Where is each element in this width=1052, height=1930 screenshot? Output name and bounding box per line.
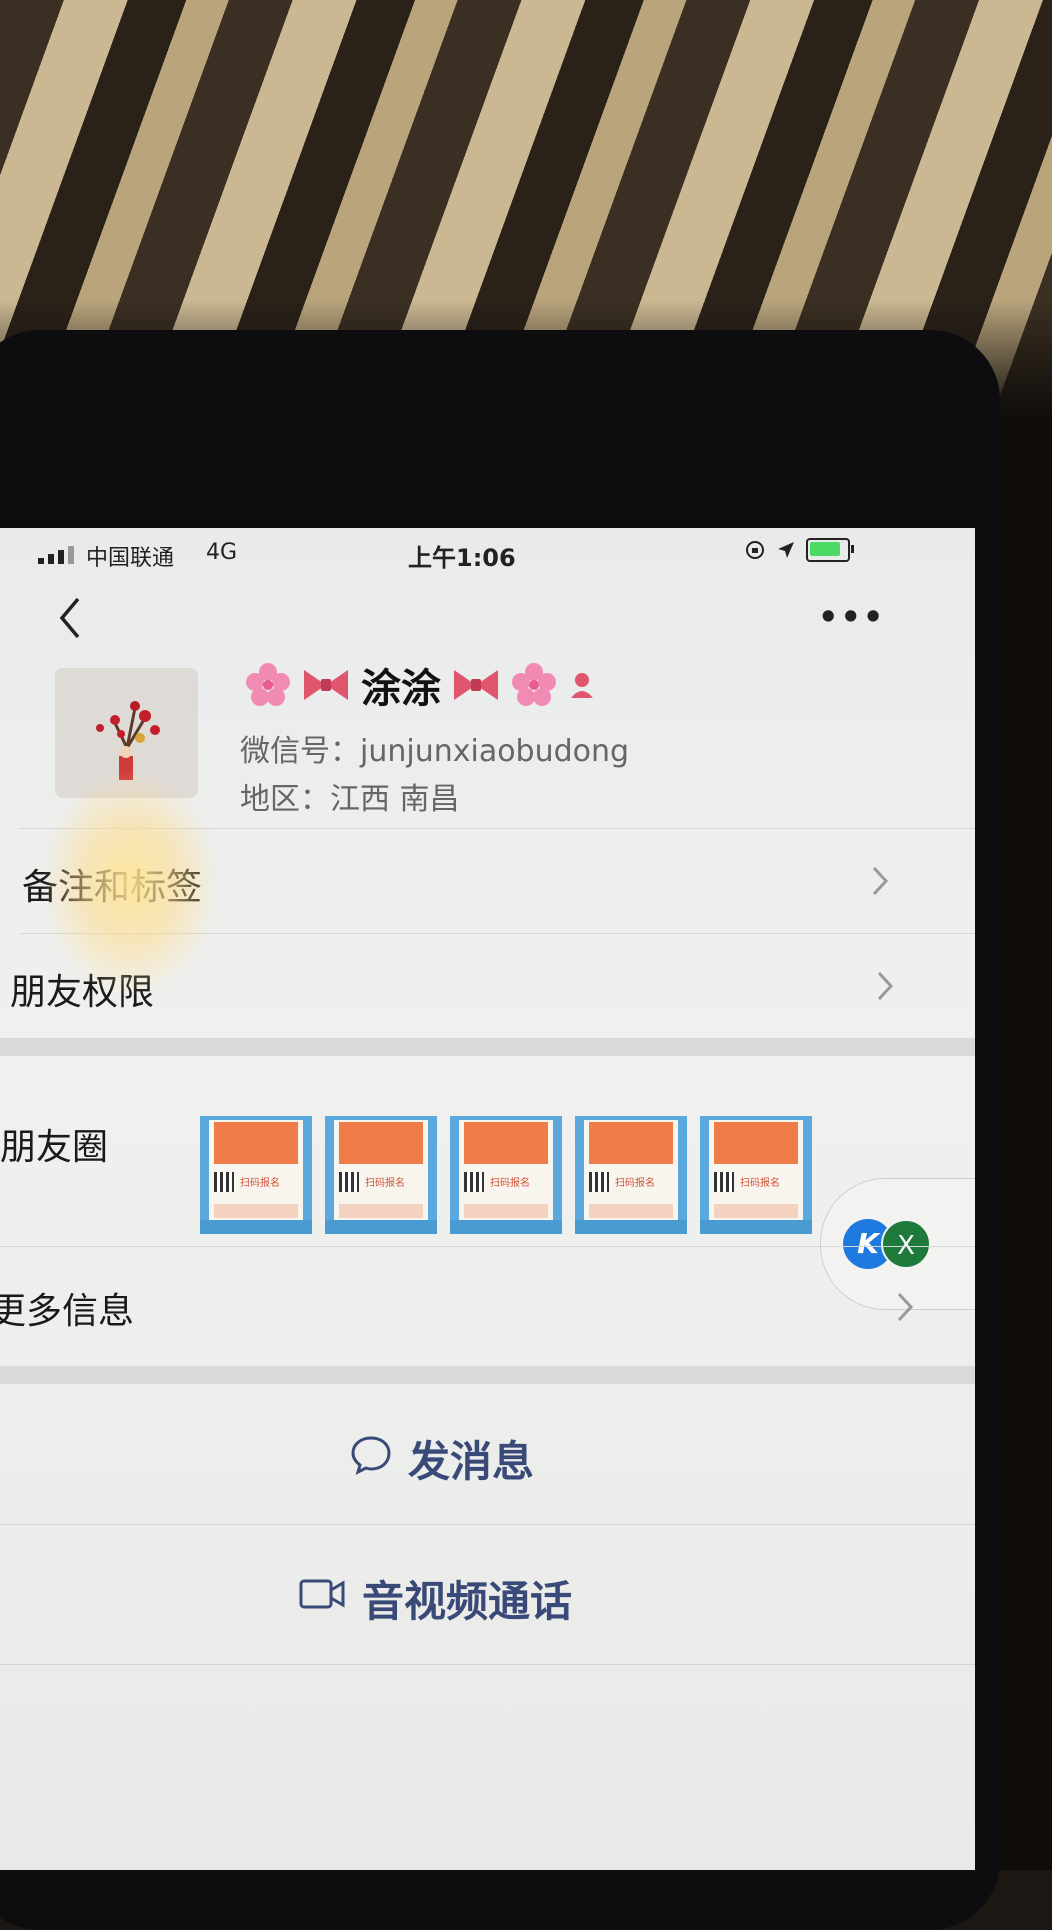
wechat-id: 微信号：junjunxiaobudong (240, 734, 630, 769)
row-label-remark-tags: 备注和标签 (22, 867, 203, 908)
row-friend-permissions[interactable]: 朋友权限 (0, 933, 975, 1038)
send-message-button[interactable]: 发消息 (0, 1384, 975, 1524)
row-label-friend-permissions: 朋友权限 (10, 972, 155, 1013)
moments-thumbnail: 扫码报名 (700, 1116, 812, 1234)
row-label-moments: 朋友圈 (0, 1127, 109, 1168)
divider (0, 1664, 975, 1665)
rotation-lock-icon (746, 541, 764, 559)
chat-bubble-icon (351, 1436, 391, 1475)
row-remark-tags[interactable]: 备注和标签 (0, 828, 975, 933)
send-message-label: 发消息 (408, 1437, 535, 1486)
clock: 上午1:06 (408, 544, 516, 572)
chevron-right-icon (897, 1292, 914, 1322)
thumb-caption: 扫码报名 (365, 1178, 405, 1189)
thumb-caption: 扫码报名 (240, 1178, 280, 1189)
thumb-caption: 扫码报名 (615, 1178, 655, 1189)
thumb-caption: 扫码报名 (740, 1178, 780, 1189)
profile-name: 涂涂 (361, 666, 441, 712)
avatar[interactable] (55, 668, 198, 798)
phone-screen: 中国联通 4G 上午1:06 ••• 涂涂 微信号：junjunxiaobudo… (0, 528, 975, 1870)
section-separator (0, 1038, 975, 1056)
moments-thumbnail: 扫码报名 (450, 1116, 562, 1234)
cherry-blossom-icon (246, 663, 290, 706)
more-options-icon[interactable]: ••• (818, 598, 883, 636)
status-icons (744, 538, 854, 562)
video-call-button[interactable]: 音视频通话 (0, 1524, 975, 1664)
moments-thumbnail: 扫码报名 (575, 1116, 687, 1234)
ribbon-bow-icon (304, 670, 348, 700)
region: 地区：江西 南昌 (240, 782, 460, 817)
battery-icon (806, 538, 854, 562)
row-more-info[interactable]: 更多信息 (0, 1246, 975, 1366)
carrier-label: 中国联通 (86, 546, 175, 571)
signal-icon (38, 546, 74, 564)
moments-thumbnail: 扫码报名 (325, 1116, 437, 1234)
section-separator (0, 1366, 975, 1384)
video-camera-icon (299, 1579, 345, 1609)
thumb-caption: 扫码报名 (490, 1178, 530, 1189)
video-call-label: 音视频通话 (362, 1577, 573, 1626)
ribbon-bow-icon (454, 670, 498, 700)
status-bar: 中国联通 4G 上午1:06 (0, 528, 975, 580)
back-chevron-icon[interactable] (50, 593, 90, 643)
network-label: 4G (206, 540, 238, 565)
cherry-blossom-icon (512, 663, 556, 706)
location-icon (778, 542, 794, 558)
profile-name-row: 涂涂 (245, 656, 597, 714)
female-gender-icon (571, 673, 593, 698)
moments-thumbnail: 扫码报名 (200, 1116, 312, 1234)
row-label-more-info: 更多信息 (0, 1291, 135, 1332)
avatar-plum-blossom-image (55, 668, 198, 798)
chevron-right-icon (877, 971, 894, 1001)
chevron-right-icon (872, 866, 889, 896)
